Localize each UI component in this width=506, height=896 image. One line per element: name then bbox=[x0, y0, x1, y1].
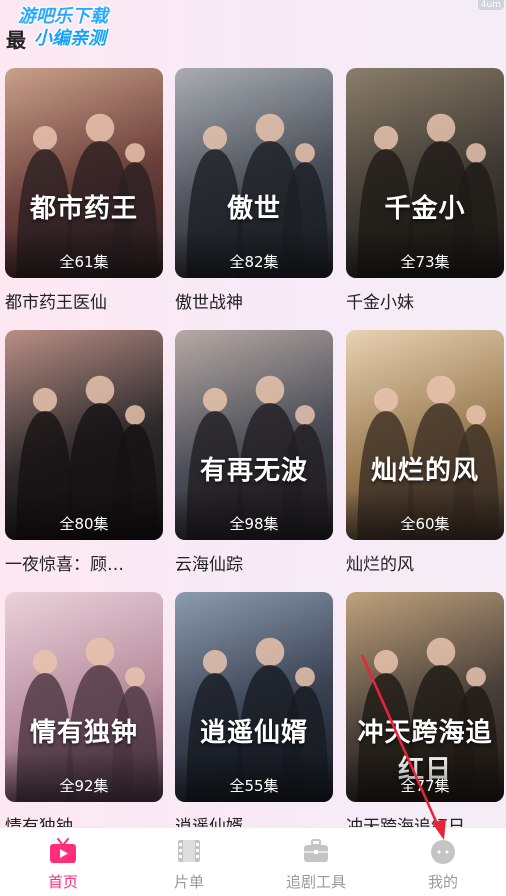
profile-face-icon bbox=[431, 840, 455, 864]
episode-count: 全80集 bbox=[59, 515, 109, 533]
header: 最 游吧乐下载 小编亲测 4um bbox=[0, 0, 506, 62]
tv-icon bbox=[50, 838, 76, 863]
nav-item-playlist[interactable]: 片单 bbox=[126, 828, 252, 896]
nav-label-mine: 我的 bbox=[427, 873, 458, 891]
drama-poster[interactable]: 逍遥仙婿全55集 bbox=[175, 592, 333, 802]
film-icon bbox=[178, 840, 200, 862]
drama-poster[interactable]: 灿烂的风全60集 bbox=[346, 330, 504, 540]
drama-title[interactable]: 灿烂的风 bbox=[346, 550, 504, 575]
drama-poster[interactable]: 千金小全73集 bbox=[346, 68, 504, 278]
poster-title-art: 逍遥仙婿 bbox=[199, 718, 308, 748]
drama-card[interactable]: 逍遥仙婿全55集逍遥仙婿 bbox=[175, 592, 333, 837]
drama-poster[interactable]: 傲世全82集 bbox=[175, 68, 333, 278]
episode-count: 全82集 bbox=[229, 253, 279, 271]
nav-label-home: 首页 bbox=[47, 873, 78, 891]
episode-count: 全92集 bbox=[59, 777, 109, 795]
nav-item-mine[interactable]: 我的 bbox=[380, 828, 506, 896]
drama-poster[interactable]: 冲天跨海追红日全77集 bbox=[346, 592, 504, 802]
drama-card[interactable]: 冲天跨海追红日全77集冲天跨海追红日 bbox=[346, 592, 504, 837]
watermark-line-1: 游吧乐下载 bbox=[18, 6, 108, 27]
drama-card[interactable]: 千金小全73集千金小妹 bbox=[346, 68, 504, 313]
poster-title-art: 灿烂的风 bbox=[370, 456, 479, 486]
drama-card[interactable]: 都市药王全61集都市药王医仙 bbox=[5, 68, 163, 313]
status-badge: 4um bbox=[477, 0, 504, 10]
poster-title-art: 都市药王 bbox=[29, 194, 138, 224]
drama-card[interactable]: 灿烂的风 全60集 灿烂的风 bbox=[346, 330, 504, 575]
drama-poster[interactable]: 全80集 bbox=[5, 330, 163, 540]
episode-count: 全55集 bbox=[229, 777, 279, 795]
episode-count: 全73集 bbox=[400, 253, 450, 271]
drama-poster[interactable]: 都市药王全61集 bbox=[5, 68, 163, 278]
drama-title[interactable]: 千金小妹 bbox=[346, 288, 504, 313]
briefcase-icon bbox=[304, 839, 328, 862]
drama-poster[interactable]: 情有独钟全92集 bbox=[5, 592, 163, 802]
episode-count: 全98集 bbox=[229, 515, 279, 533]
drama-title[interactable]: 一夜惊喜：顾… bbox=[5, 550, 163, 575]
episode-count: 全60集 bbox=[400, 515, 450, 533]
drama-title[interactable]: 傲世战神 bbox=[175, 288, 333, 313]
drama-app-page: 最 游吧乐下载 小编亲测 4um 都市药王 全61集 都市药王医仙 傲世 全82集 傲世战… bbox=[0, 0, 506, 896]
bottom-nav: 首页 片单 追剧工具 我的 bbox=[0, 827, 506, 896]
drama-title[interactable]: 云海仙踪 bbox=[175, 550, 333, 575]
poster-title-art: 情有独钟 bbox=[29, 718, 138, 748]
nav-label-playlist: 片单 bbox=[173, 873, 204, 891]
nav-item-tools[interactable]: 追剧工具 bbox=[253, 828, 379, 896]
episode-count: 全77集 bbox=[400, 777, 450, 795]
poster-title-art: 有再无波 bbox=[199, 456, 308, 486]
episode-count: 全61集 bbox=[59, 253, 109, 271]
drama-card[interactable]: 傲世全82集傲世战神 bbox=[175, 68, 333, 313]
nav-label-tools: 追剧工具 bbox=[285, 873, 346, 891]
poster-title-art: 傲世 bbox=[226, 194, 281, 224]
drama-card[interactable]: 情有独钟全92集情有独钟 bbox=[5, 592, 163, 837]
drama-poster[interactable]: 有再无波全98集 bbox=[175, 330, 333, 540]
drama-title[interactable]: 都市药王医仙 bbox=[5, 288, 163, 313]
watermark-line-2: 小编亲测 bbox=[34, 28, 106, 49]
drama-card[interactable]: 有再无波全98集云海仙踪 bbox=[175, 330, 333, 575]
nav-item-home[interactable]: 首页 bbox=[0, 828, 126, 896]
poster-title-art: 千金小 bbox=[384, 194, 466, 224]
drama-card[interactable]: 全80集一夜惊喜：顾… bbox=[5, 330, 163, 575]
watermark-logo: 游吧乐下载 小编亲测 bbox=[18, 6, 108, 50]
